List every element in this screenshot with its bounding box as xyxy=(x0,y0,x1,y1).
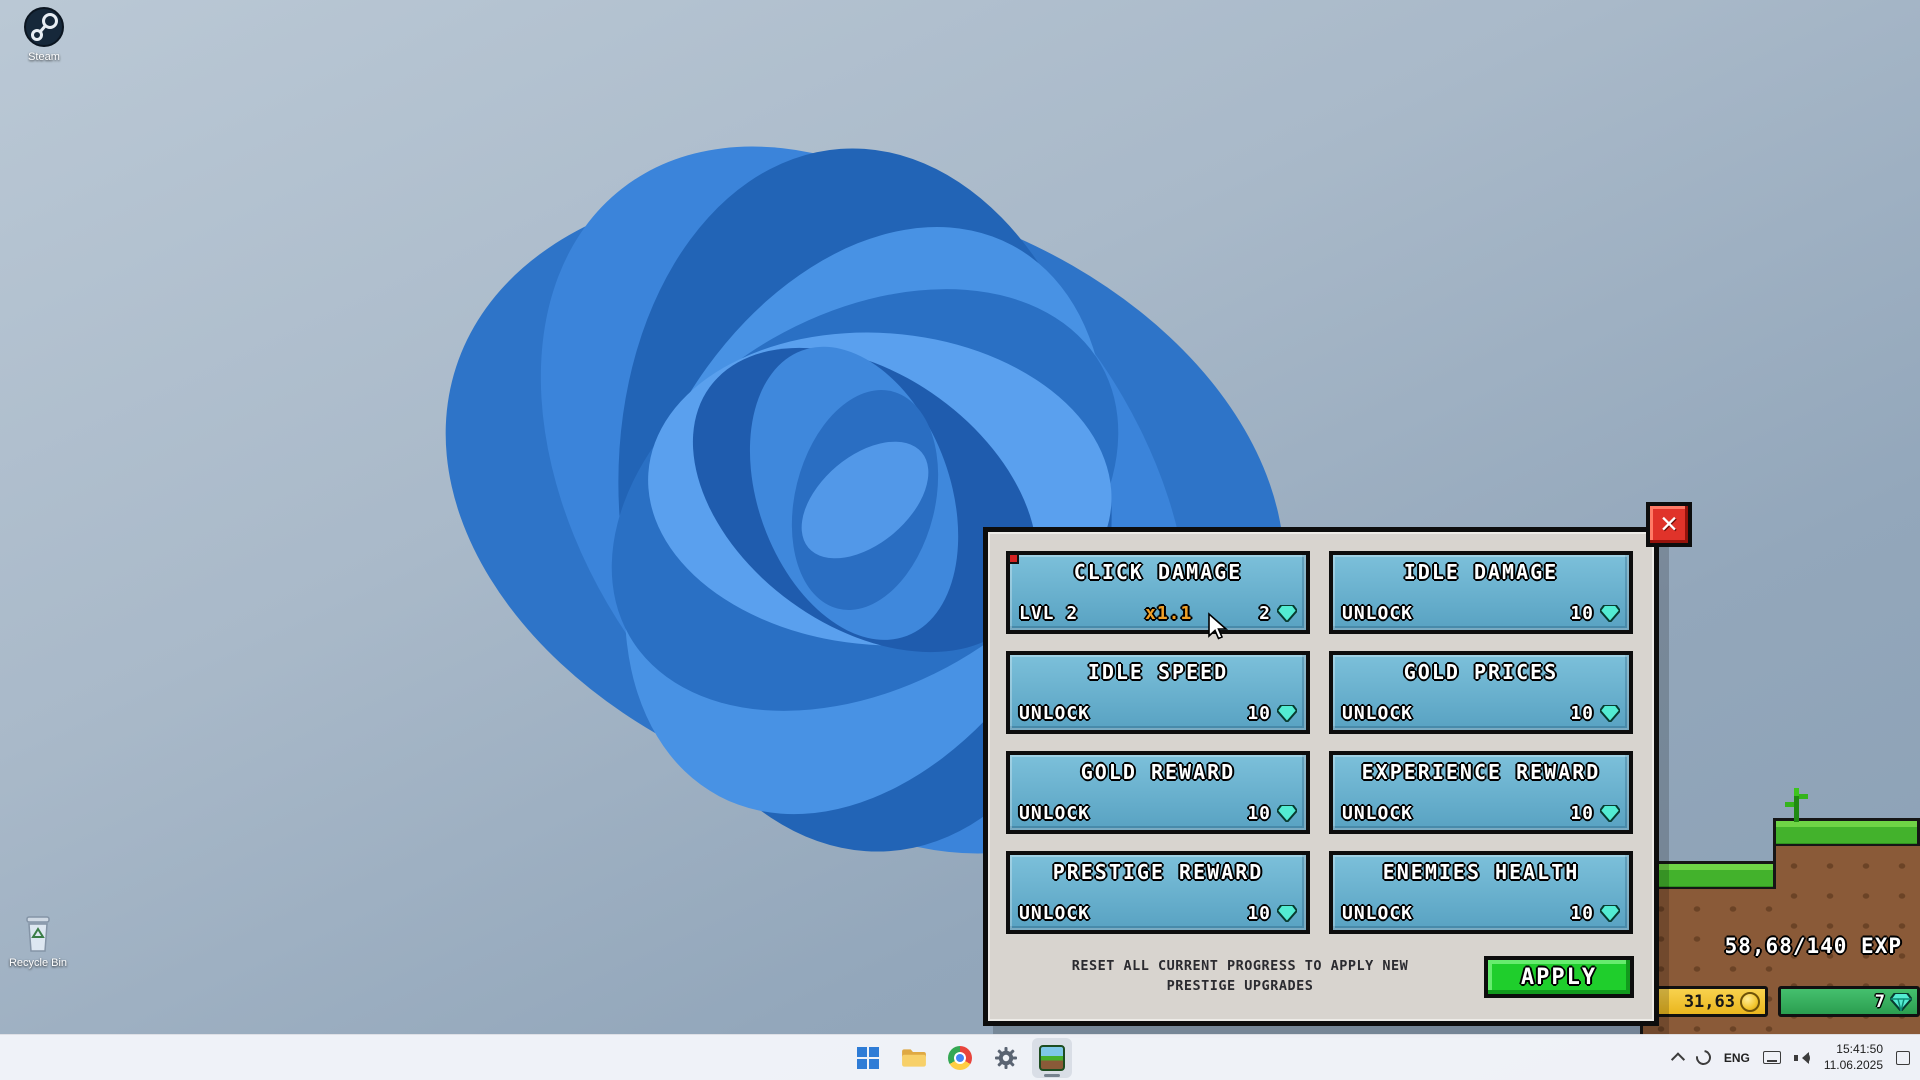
upgrade-status: UNLOCK xyxy=(1342,703,1413,724)
upgrade-title: PRESTIGE REWARD xyxy=(1019,860,1297,884)
upgrade-cost: 10 xyxy=(1247,703,1297,724)
gem-icon xyxy=(1277,805,1297,822)
reset-warning-line1: RESET ALL CURRENT PROGRESS TO APPLY NEW xyxy=(1010,957,1470,977)
apply-button[interactable]: APPLY xyxy=(1484,956,1634,998)
upgrade-status: UNLOCK xyxy=(1342,603,1413,624)
desktop-icon-label: Steam xyxy=(28,51,60,63)
gem-counter: 7 xyxy=(1778,986,1920,1017)
upgrade-cost-value: 10 xyxy=(1570,703,1594,724)
upgrade-title: GOLD PRICES xyxy=(1342,660,1620,684)
upgrade-title: IDLE DAMAGE xyxy=(1342,560,1620,584)
tray-chevron-up-icon[interactable] xyxy=(1673,1053,1683,1063)
close-button[interactable]: ✕ xyxy=(1646,502,1692,547)
gear-icon xyxy=(994,1046,1018,1070)
tray-clock[interactable]: 15:41:50 11.06.2025 xyxy=(1824,1042,1883,1073)
gem-icon xyxy=(1277,705,1297,722)
upgrade-cost: 10 xyxy=(1570,703,1620,724)
tray-language[interactable]: ENG xyxy=(1724,1051,1750,1065)
gem-icon xyxy=(1277,905,1297,922)
upgrade-title: CLICK DAMAGE xyxy=(1019,560,1297,584)
upgrade-status: UNLOCK xyxy=(1019,903,1090,924)
taskbar-game-icon xyxy=(1039,1045,1065,1071)
desktop-screen: Steam Recycle Bin 58,68/140 EXP 31,63 7 xyxy=(0,0,1920,1080)
desktop-icon-recycle-bin[interactable]: Recycle Bin xyxy=(0,914,76,969)
grass-layer xyxy=(1640,861,1776,889)
start-button[interactable] xyxy=(848,1038,888,1078)
upgrade-title: ENEMIES HEALTH xyxy=(1342,860,1620,884)
taskbar-game-app[interactable] xyxy=(1032,1038,1072,1078)
folder-icon xyxy=(901,1047,927,1069)
upgrade-cost-value: 10 xyxy=(1247,903,1271,924)
upgrade-card-prestige-reward[interactable]: PRESTIGE REWARD UNLOCK 10 xyxy=(1006,851,1310,934)
upgrade-card-idle-speed[interactable]: IDLE SPEED UNLOCK 10 xyxy=(1006,651,1310,734)
upgrade-notification-dot xyxy=(1008,553,1019,564)
upgrade-status: UNLOCK xyxy=(1019,803,1090,824)
upgrade-card-enemies-health[interactable]: ENEMIES HEALTH UNLOCK 10 xyxy=(1329,851,1633,934)
upgrade-cost: 10 xyxy=(1570,803,1620,824)
upgrade-card-idle-damage[interactable]: IDLE DAMAGE UNLOCK 10 xyxy=(1329,551,1633,634)
prestige-panel: CLICK DAMAGE LVL 2 x1.1 2 IDLE DAMAGE UN… xyxy=(983,527,1659,1026)
upgrade-multiplier: x1.1 xyxy=(1145,603,1192,624)
chrome-icon xyxy=(948,1046,972,1070)
taskbar-chrome[interactable] xyxy=(940,1038,980,1078)
upgrade-card-click-damage[interactable]: CLICK DAMAGE LVL 2 x1.1 2 xyxy=(1006,551,1310,634)
desktop-icon-steam[interactable]: Steam xyxy=(6,6,82,63)
upgrade-card-experience-reward[interactable]: EXPERIENCE REWARD UNLOCK 10 xyxy=(1329,751,1633,834)
upgrade-cost-value: 10 xyxy=(1247,703,1271,724)
taskbar-settings[interactable] xyxy=(986,1038,1026,1078)
taskbar-tray: ENG 15:41:50 11.06.2025 xyxy=(1673,1035,1910,1080)
upgrade-card-gold-reward[interactable]: GOLD REWARD UNLOCK 10 xyxy=(1006,751,1310,834)
gem-icon xyxy=(1600,805,1620,822)
upgrade-cost: 10 xyxy=(1247,903,1297,924)
tray-time: 15:41:50 xyxy=(1824,1042,1883,1058)
gem-icon xyxy=(1890,993,1912,1011)
upgrade-status: UNLOCK xyxy=(1342,903,1413,924)
taskbar-center xyxy=(848,1035,1072,1080)
steam-icon xyxy=(23,6,65,48)
notification-center-icon[interactable] xyxy=(1896,1051,1910,1065)
tray-volume-icon[interactable] xyxy=(1794,1051,1811,1065)
mouse-cursor xyxy=(1206,612,1230,642)
tray-sync-icon[interactable] xyxy=(1696,1050,1711,1065)
plant-sprite xyxy=(1782,786,1810,824)
desktop-icon-label: Recycle Bin xyxy=(9,957,67,969)
upgrade-title: IDLE SPEED xyxy=(1019,660,1297,684)
upgrade-title: GOLD REWARD xyxy=(1019,760,1297,784)
reset-warning-line2: PRESTIGE UPGRADES xyxy=(1010,977,1470,997)
panel-footer: RESET ALL CURRENT PROGRESS TO APPLY NEW … xyxy=(1010,945,1634,1009)
taskbar-file-explorer[interactable] xyxy=(894,1038,934,1078)
upgrade-cost: 10 xyxy=(1247,803,1297,824)
upgrade-grid: CLICK DAMAGE LVL 2 x1.1 2 IDLE DAMAGE UN… xyxy=(988,532,1654,934)
taskbar: ENG 15:41:50 11.06.2025 xyxy=(0,1034,1920,1080)
upgrade-card-gold-prices[interactable]: GOLD PRICES UNLOCK 10 xyxy=(1329,651,1633,734)
gem-value: 7 xyxy=(1875,992,1885,1012)
upgrade-cost: 2 xyxy=(1259,603,1297,624)
gem-icon xyxy=(1277,605,1297,622)
coin-icon xyxy=(1740,992,1760,1012)
running-app-indicator xyxy=(1044,1074,1060,1077)
upgrade-title: EXPERIENCE REWARD xyxy=(1342,760,1620,784)
upgrade-cost-value: 2 xyxy=(1259,603,1271,624)
upgrade-cost-value: 10 xyxy=(1570,903,1594,924)
exp-counter: 58,68/140 EXP xyxy=(1725,934,1902,958)
reset-warning-text: RESET ALL CURRENT PROGRESS TO APPLY NEW … xyxy=(1010,957,1470,996)
upgrade-cost-value: 10 xyxy=(1570,803,1594,824)
upgrade-status: LVL 2 xyxy=(1019,603,1078,624)
windows-logo-icon xyxy=(857,1047,879,1069)
gem-icon xyxy=(1600,905,1620,922)
upgrade-cost: 10 xyxy=(1570,903,1620,924)
upgrade-status: UNLOCK xyxy=(1342,803,1413,824)
tray-keyboard-icon[interactable] xyxy=(1763,1051,1781,1064)
tray-date: 11.06.2025 xyxy=(1824,1058,1883,1074)
gold-counter: 31,63 xyxy=(1650,986,1768,1017)
gem-icon xyxy=(1600,705,1620,722)
upgrade-status: UNLOCK xyxy=(1019,703,1090,724)
upgrade-cost: 10 xyxy=(1570,603,1620,624)
gem-icon xyxy=(1600,605,1620,622)
recycle-bin-icon xyxy=(20,914,56,954)
upgrade-cost-value: 10 xyxy=(1247,803,1271,824)
upgrade-cost-value: 10 xyxy=(1570,603,1594,624)
gold-value: 31,63 xyxy=(1684,992,1735,1012)
